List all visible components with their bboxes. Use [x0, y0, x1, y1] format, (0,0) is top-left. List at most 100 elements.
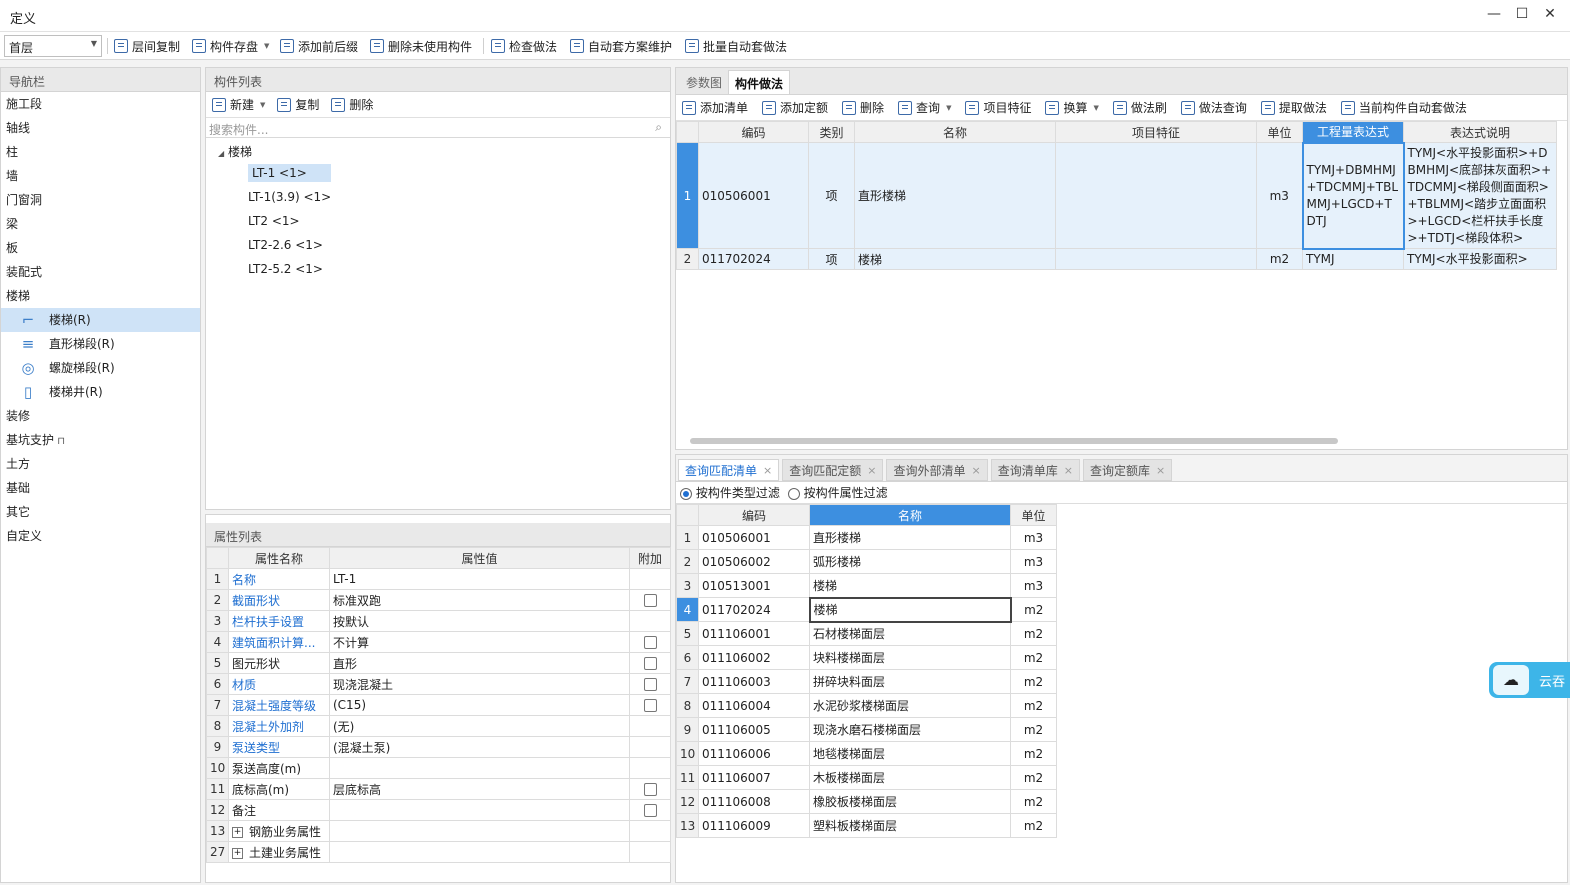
query-unit-cell[interactable]: m2 [1010, 645, 1057, 670]
attach-checkbox[interactable] [643, 699, 657, 712]
method-unit-cell[interactable]: m2 [1256, 248, 1303, 270]
floor-select[interactable]: 首层 ▼ [4, 35, 102, 57]
table-row[interactable]: 27 + 土建业务属性 [206, 841, 671, 863]
cloud-assistant[interactable]: ☁ 云吞 [1489, 662, 1570, 698]
column-header[interactable]: 附加 [629, 547, 671, 569]
column-header-selected[interactable]: 工程量表达式 [1302, 121, 1404, 143]
query-unit-cell[interactable]: m2 [1010, 717, 1057, 742]
check-method-button[interactable]: 检查做法 [491, 37, 557, 55]
query-unit-cell[interactable]: m2 [1010, 813, 1057, 838]
nav-item[interactable]: 门窗洞 [1, 188, 200, 212]
table-row[interactable]: 3 栏杆扶手设置 按默认 [206, 610, 671, 632]
attach-checkbox[interactable] [643, 636, 657, 649]
table-row[interactable]: 1 010506001 直形楼梯 m3 [676, 525, 1057, 550]
property-value[interactable]: (无) [329, 715, 630, 737]
method-name-cell[interactable]: 直形楼梯 [854, 142, 1056, 249]
expand-icon[interactable]: + [232, 847, 243, 859]
table-row[interactable]: 13 + 钢筋业务属性 [206, 820, 671, 842]
nav-sub-item[interactable]: ▯ 楼梯井(R) [1, 380, 200, 404]
query-name-cell[interactable]: 弧形楼梯 [809, 549, 1011, 574]
nav-item[interactable]: 基坑支护 ⊓ [1, 428, 200, 452]
method-toolbar-button[interactable]: 删除 [842, 99, 884, 116]
query-name-cell[interactable]: 楼梯 [808, 596, 1012, 623]
column-header[interactable]: 类别 [808, 121, 855, 143]
maximize-icon[interactable]: ☐ [1512, 6, 1532, 26]
search-input[interactable]: 搜索构件... ⌕ [206, 118, 670, 138]
nav-item[interactable]: 施工段 [1, 92, 200, 116]
method-toolbar-button[interactable]: 换算 ▼ [1045, 99, 1099, 116]
table-row[interactable]: 13 011106009 塑料板楼梯面层 m2 [676, 813, 1057, 838]
property-value[interactable] [329, 820, 630, 842]
nav-item[interactable]: 楼梯 [1, 284, 200, 308]
method-code-cell[interactable]: 011702024 [698, 248, 809, 270]
method-toolbar-button[interactable]: 添加清单 [682, 99, 748, 116]
tree-item[interactable]: LT2-2.6 <1> [240, 234, 670, 258]
table-row[interactable]: 5 011106001 石材楼梯面层 m2 [676, 621, 1057, 646]
query-code-cell[interactable]: 011106003 [698, 669, 810, 694]
property-value[interactable]: (C15) [329, 694, 630, 716]
method-type-cell[interactable]: 项 [808, 248, 855, 270]
close-icon[interactable]: × [1064, 464, 1073, 477]
query-code-cell[interactable]: 011106006 [698, 741, 810, 766]
close-icon[interactable]: ✕ [1540, 6, 1560, 26]
property-value[interactable] [329, 757, 630, 779]
table-row[interactable]: 11 011106007 木板楼梯面层 m2 [676, 765, 1057, 790]
query-code-cell[interactable]: 011702024 [698, 597, 810, 622]
method-toolbar-button[interactable]: 提取做法 [1260, 99, 1327, 116]
query-code-cell[interactable]: 011106008 [698, 789, 810, 814]
column-header[interactable]: 项目特征 [1055, 121, 1257, 143]
property-value[interactable]: 按默认 [329, 610, 630, 632]
nav-item[interactable]: 其它 [1, 500, 200, 524]
expand-icon[interactable]: + [232, 826, 243, 838]
chevron-down-icon[interactable]: ▼ [1093, 104, 1098, 112]
table-row[interactable]: 2 截面形状 标准双跑 [206, 589, 671, 611]
method-type-cell[interactable]: 项 [808, 142, 855, 249]
close-icon[interactable]: × [1156, 464, 1165, 477]
method-expr-cell[interactable]: TYMJ+DBMHMJ+TDCMMJ+TBLMMJ+LGCD+TDTJ [1301, 141, 1405, 250]
nav-item[interactable]: 装修 [1, 404, 200, 428]
query-tab[interactable]: 查询匹配定额 × [782, 459, 884, 481]
nav-item[interactable]: 自定义 [1, 524, 200, 548]
table-row[interactable]: 8 011106004 水泥砂浆楼梯面层 m2 [676, 693, 1057, 718]
method-code-cell[interactable]: 010506001 [698, 142, 809, 249]
query-code-cell[interactable]: 011106001 [698, 621, 810, 646]
property-value[interactable]: (混凝土泵) [329, 736, 630, 758]
nav-sub-item[interactable]: ⌐ 楼梯(R) [1, 308, 200, 332]
table-row[interactable]: 11 底标高(m) 层底标高 [206, 778, 671, 800]
query-name-cell[interactable]: 木板楼梯面层 [809, 765, 1011, 790]
table-row[interactable]: 1 010506001 项直形楼梯 m3 TYMJ+DBMHMJ+TDCMMJ+TBLM… [676, 141, 1557, 250]
new-button[interactable]: 新建 ▼ [212, 96, 265, 113]
tab-component-method[interactable]: 构件做法 [728, 70, 791, 94]
query-unit-cell[interactable]: m2 [1010, 789, 1057, 814]
chevron-down-icon[interactable]: ▼ [264, 42, 269, 50]
table-row[interactable]: 7 011106003 拼碎块料面层 m2 [676, 669, 1057, 694]
attach-checkbox[interactable] [643, 657, 657, 670]
method-unit-cell[interactable]: m3 [1256, 142, 1303, 249]
table-row[interactable]: 9 泵送类型 (混凝土泵) [206, 736, 671, 758]
column-header[interactable]: 属性值 [329, 547, 630, 569]
method-toolbar-button[interactable]: 做法查询 [1180, 99, 1247, 116]
query-code-cell[interactable]: 011106007 [698, 765, 810, 790]
nav-item[interactable]: 装配式 [1, 260, 200, 284]
column-header[interactable]: 编码 [698, 504, 810, 526]
nav-sub-item[interactable]: ◎ 螺旋梯段(R) [1, 356, 200, 380]
property-value[interactable]: 标准双跑 [329, 589, 630, 611]
tree-item[interactable]: LT2-5.2 <1> [240, 258, 670, 282]
save-component-button[interactable]: 构件存盘 ▼ [192, 37, 269, 55]
method-desc-cell[interactable]: TYMJ<水平投影面积> [1403, 248, 1557, 270]
query-tab[interactable]: 查询外部清单 × [886, 459, 988, 481]
add-prefix-suffix-button[interactable]: 添加前后缀 [280, 37, 358, 55]
column-header[interactable]: 属性名称 [228, 547, 330, 569]
attach-checkbox[interactable] [643, 804, 657, 817]
query-code-cell[interactable]: 011106004 [698, 693, 810, 718]
query-unit-cell[interactable]: m3 [1010, 573, 1057, 598]
tree-root[interactable]: ◢ 楼梯 [206, 138, 670, 162]
tab-param-diagram[interactable]: 参数图 [680, 70, 728, 94]
attach-checkbox[interactable] [643, 594, 657, 607]
query-code-cell[interactable]: 011106005 [698, 717, 810, 742]
query-unit-cell[interactable]: m3 [1010, 549, 1057, 574]
column-header[interactable]: 编码 [698, 121, 809, 143]
column-header[interactable]: 表达式说明 [1403, 121, 1557, 143]
property-value[interactable] [329, 841, 630, 863]
method-toolbar-button[interactable]: 查询 ▼ [898, 99, 951, 116]
